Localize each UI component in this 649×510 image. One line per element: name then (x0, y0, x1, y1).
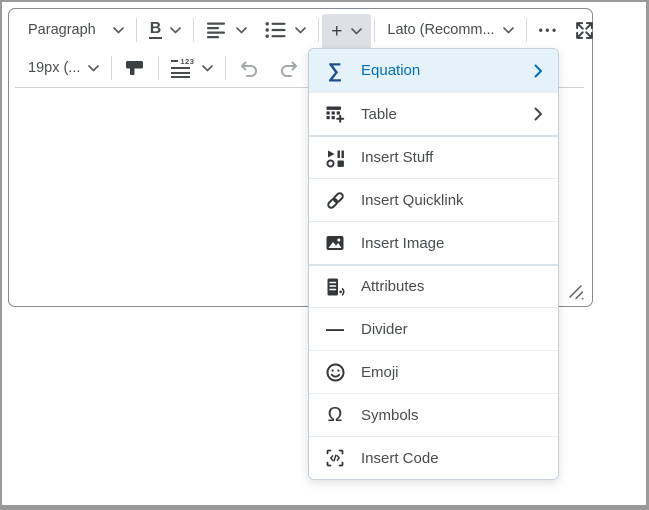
menu-item-label: Divider (361, 321, 408, 338)
menu-item-emoji[interactable]: Emoji (309, 350, 558, 393)
menu-item-insert-image[interactable]: Insert Image (309, 221, 558, 264)
menu-item-label: Emoji (361, 364, 399, 381)
line-numbers-icon: 123 (171, 58, 194, 79)
menu-item-insert-stuff[interactable]: Insert Stuff (309, 135, 558, 178)
menu-item-divider[interactable]: — Divider (309, 307, 558, 350)
ellipsis-icon: ••• (539, 23, 559, 37)
toolbar-separator (111, 56, 112, 80)
chevron-down-icon (351, 28, 362, 35)
menu-item-insert-code[interactable]: Insert Code (309, 436, 558, 479)
media-shapes-icon (324, 148, 346, 168)
menu-item-label: Attributes (361, 278, 424, 295)
toolbar-row-1: Paragraph B (19, 11, 586, 49)
fullscreen-button[interactable] (568, 14, 601, 46)
insert-menu: ∑ Equation Table Insert Stuff (308, 48, 559, 480)
chevron-down-icon (88, 65, 99, 72)
code-icon (324, 448, 346, 468)
menu-item-equation[interactable]: ∑ Equation (309, 49, 558, 92)
paragraph-format-select[interactable]: Paragraph (19, 14, 133, 46)
toolbar-separator (136, 18, 137, 42)
font-size-select[interactable]: 19px (... (19, 52, 108, 84)
undo-button[interactable] (229, 52, 269, 84)
menu-item-label: Insert Quicklink (361, 192, 464, 209)
font-family-select[interactable]: Lato (Recomm... (378, 14, 522, 46)
resize-handle[interactable] (567, 283, 585, 301)
sigma-icon: ∑ (324, 61, 346, 81)
chevron-down-icon (113, 27, 124, 34)
image-icon (324, 233, 346, 253)
smiley-icon (324, 362, 346, 383)
bullet-list-icon (265, 21, 287, 39)
menu-item-symbols[interactable]: Ω Symbols (309, 393, 558, 436)
link-icon (324, 190, 346, 211)
chevron-down-icon (503, 27, 514, 34)
toolbar-separator (526, 18, 527, 42)
bold-button[interactable]: B (140, 14, 191, 46)
toolbar-separator (158, 56, 159, 80)
submenu-chevron-right-icon (534, 107, 543, 121)
attributes-icon (324, 277, 346, 297)
undo-icon (238, 58, 260, 79)
font-size-label: 19px (... (28, 60, 80, 76)
menu-item-attributes[interactable]: Attributes (309, 264, 558, 307)
paragraph-format-label: Paragraph (28, 22, 96, 38)
chevron-down-icon (202, 65, 213, 72)
list-button[interactable] (256, 14, 315, 46)
screenshot-frame: Paragraph B (0, 0, 649, 510)
plus-icon: + (331, 22, 342, 41)
redo-icon (278, 58, 300, 79)
horizontal-line-icon: — (324, 320, 346, 338)
menu-item-insert-quicklink[interactable]: Insert Quicklink (309, 178, 558, 221)
bold-icon: B (149, 21, 163, 40)
chevron-down-icon (295, 27, 306, 34)
redo-button[interactable] (269, 52, 309, 84)
menu-item-label: Symbols (361, 407, 419, 424)
format-painter-icon (124, 58, 146, 78)
toolbar-separator (193, 18, 194, 42)
more-actions-button[interactable]: ••• (530, 14, 568, 46)
format-painter-button[interactable] (115, 52, 155, 84)
menu-item-table[interactable]: Table (309, 92, 558, 135)
align-button[interactable] (197, 14, 256, 46)
menu-item-label: Table (361, 106, 397, 123)
menu-item-label: Equation (361, 62, 420, 79)
menu-item-label: Insert Image (361, 235, 444, 252)
chevron-down-icon (170, 27, 181, 34)
menu-item-label: Insert Code (361, 450, 439, 467)
submenu-chevron-right-icon (534, 64, 543, 78)
line-numbering-button[interactable]: 123 (162, 52, 222, 84)
menu-item-label: Insert Stuff (361, 149, 433, 166)
font-family-label: Lato (Recomm... (387, 22, 494, 38)
align-left-icon (206, 21, 228, 39)
insert-menu-button[interactable]: + (322, 14, 371, 49)
fullscreen-icon (574, 20, 595, 41)
toolbar-separator (374, 18, 375, 42)
toolbar-separator (318, 18, 319, 42)
chevron-down-icon (236, 27, 247, 34)
table-icon (324, 104, 346, 124)
omega-icon: Ω (324, 405, 346, 425)
toolbar-separator (225, 56, 226, 80)
